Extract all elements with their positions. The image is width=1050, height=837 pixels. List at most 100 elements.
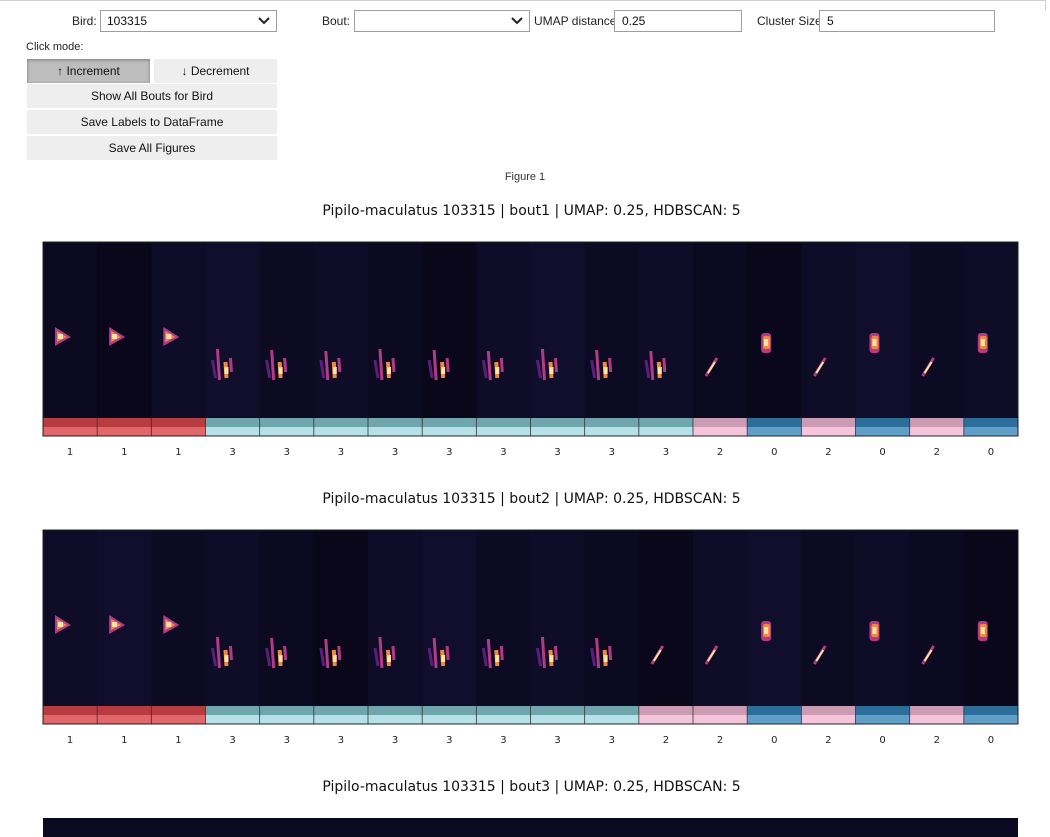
- bout3-spectrogram-panel[interactable]: [42, 817, 1019, 837]
- bird-select-value: 103315: [107, 14, 148, 28]
- cluster-color-bar-bottom: [584, 427, 639, 436]
- syllable-segment[interactable]: [150, 242, 206, 436]
- syllable-segment[interactable]: [855, 530, 911, 724]
- syllable-segment[interactable]: [855, 242, 911, 436]
- syllable-segment[interactable]: [963, 242, 1019, 436]
- click-mode-label: Click mode:: [26, 41, 84, 53]
- syllable-segment[interactable]: [530, 530, 586, 724]
- cluster-color-bar-top: [368, 418, 423, 427]
- cluster-color-bar-bottom: [97, 427, 152, 436]
- cluster-label: 1: [67, 447, 73, 458]
- cluster-color-bar-top: [422, 418, 477, 427]
- cluster-color-bar-top: [530, 418, 585, 427]
- cluster-color-bar-top: [422, 706, 477, 715]
- syllable-segment[interactable]: [421, 530, 477, 724]
- cluster-color-bar-bottom: [97, 715, 152, 724]
- syllable-segment[interactable]: [42, 530, 98, 724]
- cluster-color-bar-bottom: [259, 715, 314, 724]
- syllable-segment[interactable]: [475, 530, 531, 724]
- cluster-color-bar-top: [855, 706, 910, 715]
- syllable-segment[interactable]: [746, 242, 802, 436]
- cluster-label: 0: [771, 447, 777, 458]
- syllable-segment[interactable]: [963, 530, 1019, 724]
- syllable-segment[interactable]: [909, 242, 965, 436]
- bout2-spectrogram-panel[interactable]: 1 1 1 3 3 3 3 3 3 3 3 2 2 0 2 0 2 0: [42, 529, 1019, 746]
- syllable-segment[interactable]: [692, 530, 748, 724]
- cluster-color-bar-top: [963, 418, 1018, 427]
- syllable-segment[interactable]: [96, 530, 152, 724]
- syllable-segment[interactable]: [746, 530, 802, 724]
- syllable-segment[interactable]: [205, 242, 261, 436]
- bird-select[interactable]: 103315: [100, 10, 277, 32]
- cluster-color-bar-bottom: [422, 715, 477, 724]
- syllable-segment[interactable]: [638, 530, 694, 724]
- cluster-color-bar-bottom: [855, 427, 910, 436]
- cluster-label: 3: [554, 735, 560, 746]
- cluster-color-bar-bottom: [909, 715, 964, 724]
- chevron-down-icon: [258, 17, 270, 25]
- syllable-segment[interactable]: [800, 530, 856, 724]
- syllable-segment[interactable]: [150, 530, 206, 724]
- cluster-label: 2: [825, 447, 831, 458]
- syllable-segment[interactable]: [96, 242, 152, 436]
- cluster-color-bar-bottom: [747, 715, 802, 724]
- cluster-color-bar-top: [205, 418, 260, 427]
- syllable-segment[interactable]: [42, 242, 98, 436]
- cluster-label: 2: [717, 735, 723, 746]
- syllable-segment[interactable]: [259, 530, 315, 724]
- bout-select[interactable]: [354, 10, 530, 32]
- syllable-segment[interactable]: [367, 242, 423, 436]
- cluster-label: 3: [338, 735, 344, 746]
- save-all-figures-button[interactable]: Save All Figures: [27, 136, 277, 160]
- cluster-color-bar-top: [259, 418, 314, 427]
- increment-toggle-button[interactable]: ↑ Increment: [27, 59, 150, 83]
- syllable-segment[interactable]: [313, 242, 369, 436]
- cluster-label: 0: [879, 735, 885, 746]
- cluster-color-bar-top: [584, 418, 639, 427]
- syllable-segment[interactable]: [530, 242, 586, 436]
- syllable-segment[interactable]: [638, 242, 694, 436]
- syllable-segment[interactable]: [692, 242, 748, 436]
- cluster-label: 0: [879, 447, 885, 458]
- cluster-color-bar-bottom: [530, 715, 585, 724]
- cluster-color-bar-top: [313, 418, 368, 427]
- syllable-segment[interactable]: [313, 530, 369, 724]
- cluster-label: 3: [500, 735, 506, 746]
- cluster-label: 3: [609, 447, 615, 458]
- umap-distance-input[interactable]: 0.25: [614, 10, 742, 32]
- syllable-segment[interactable]: [367, 530, 423, 724]
- cluster-color-bar-top: [963, 706, 1018, 715]
- cluster-color-bar-bottom: [422, 427, 477, 436]
- cluster-color-bar-top: [638, 706, 693, 715]
- cluster-size-label: Cluster Size: [757, 14, 822, 28]
- syllable-segment[interactable]: [800, 242, 856, 436]
- syllable-segment[interactable]: [421, 242, 477, 436]
- cluster-color-bar-top: [801, 418, 856, 427]
- cluster-color-bar-top: [801, 706, 856, 715]
- syllable-segment[interactable]: [584, 530, 640, 724]
- cluster-label: 2: [825, 735, 831, 746]
- cluster-color-bar-top: [476, 706, 531, 715]
- cluster-size-input[interactable]: 5: [819, 10, 995, 32]
- cluster-color-bar-top: [97, 418, 152, 427]
- cluster-label: 1: [175, 735, 181, 746]
- bout1-spectrogram-panel[interactable]: 1 1 1 3 3 3 3 3 3 3 3 3 2 0 2 0 2 0: [42, 241, 1019, 458]
- syllable-segment[interactable]: [584, 242, 640, 436]
- cluster-label: 3: [446, 447, 452, 458]
- syllable-segment[interactable]: [205, 530, 261, 724]
- save-labels-button[interactable]: Save Labels to DataFrame: [27, 110, 277, 134]
- syllable-segment[interactable]: [259, 242, 315, 436]
- show-all-bouts-button[interactable]: Show All Bouts for Bird: [27, 84, 277, 108]
- cluster-color-bar-top: [693, 418, 748, 427]
- syllable-segment[interactable]: [475, 242, 531, 436]
- cluster-color-bar-top: [747, 706, 802, 715]
- cluster-color-bar-bottom: [368, 715, 423, 724]
- cluster-color-bar-bottom: [855, 715, 910, 724]
- decrement-toggle-button[interactable]: ↓ Decrement: [154, 59, 277, 83]
- cluster-label: 3: [392, 735, 398, 746]
- cluster-color-bar-top: [476, 418, 531, 427]
- cluster-color-bar-bottom: [151, 715, 206, 724]
- syllable-segment[interactable]: [909, 530, 965, 724]
- cluster-label: 3: [338, 447, 344, 458]
- cluster-color-bar-top: [43, 418, 98, 427]
